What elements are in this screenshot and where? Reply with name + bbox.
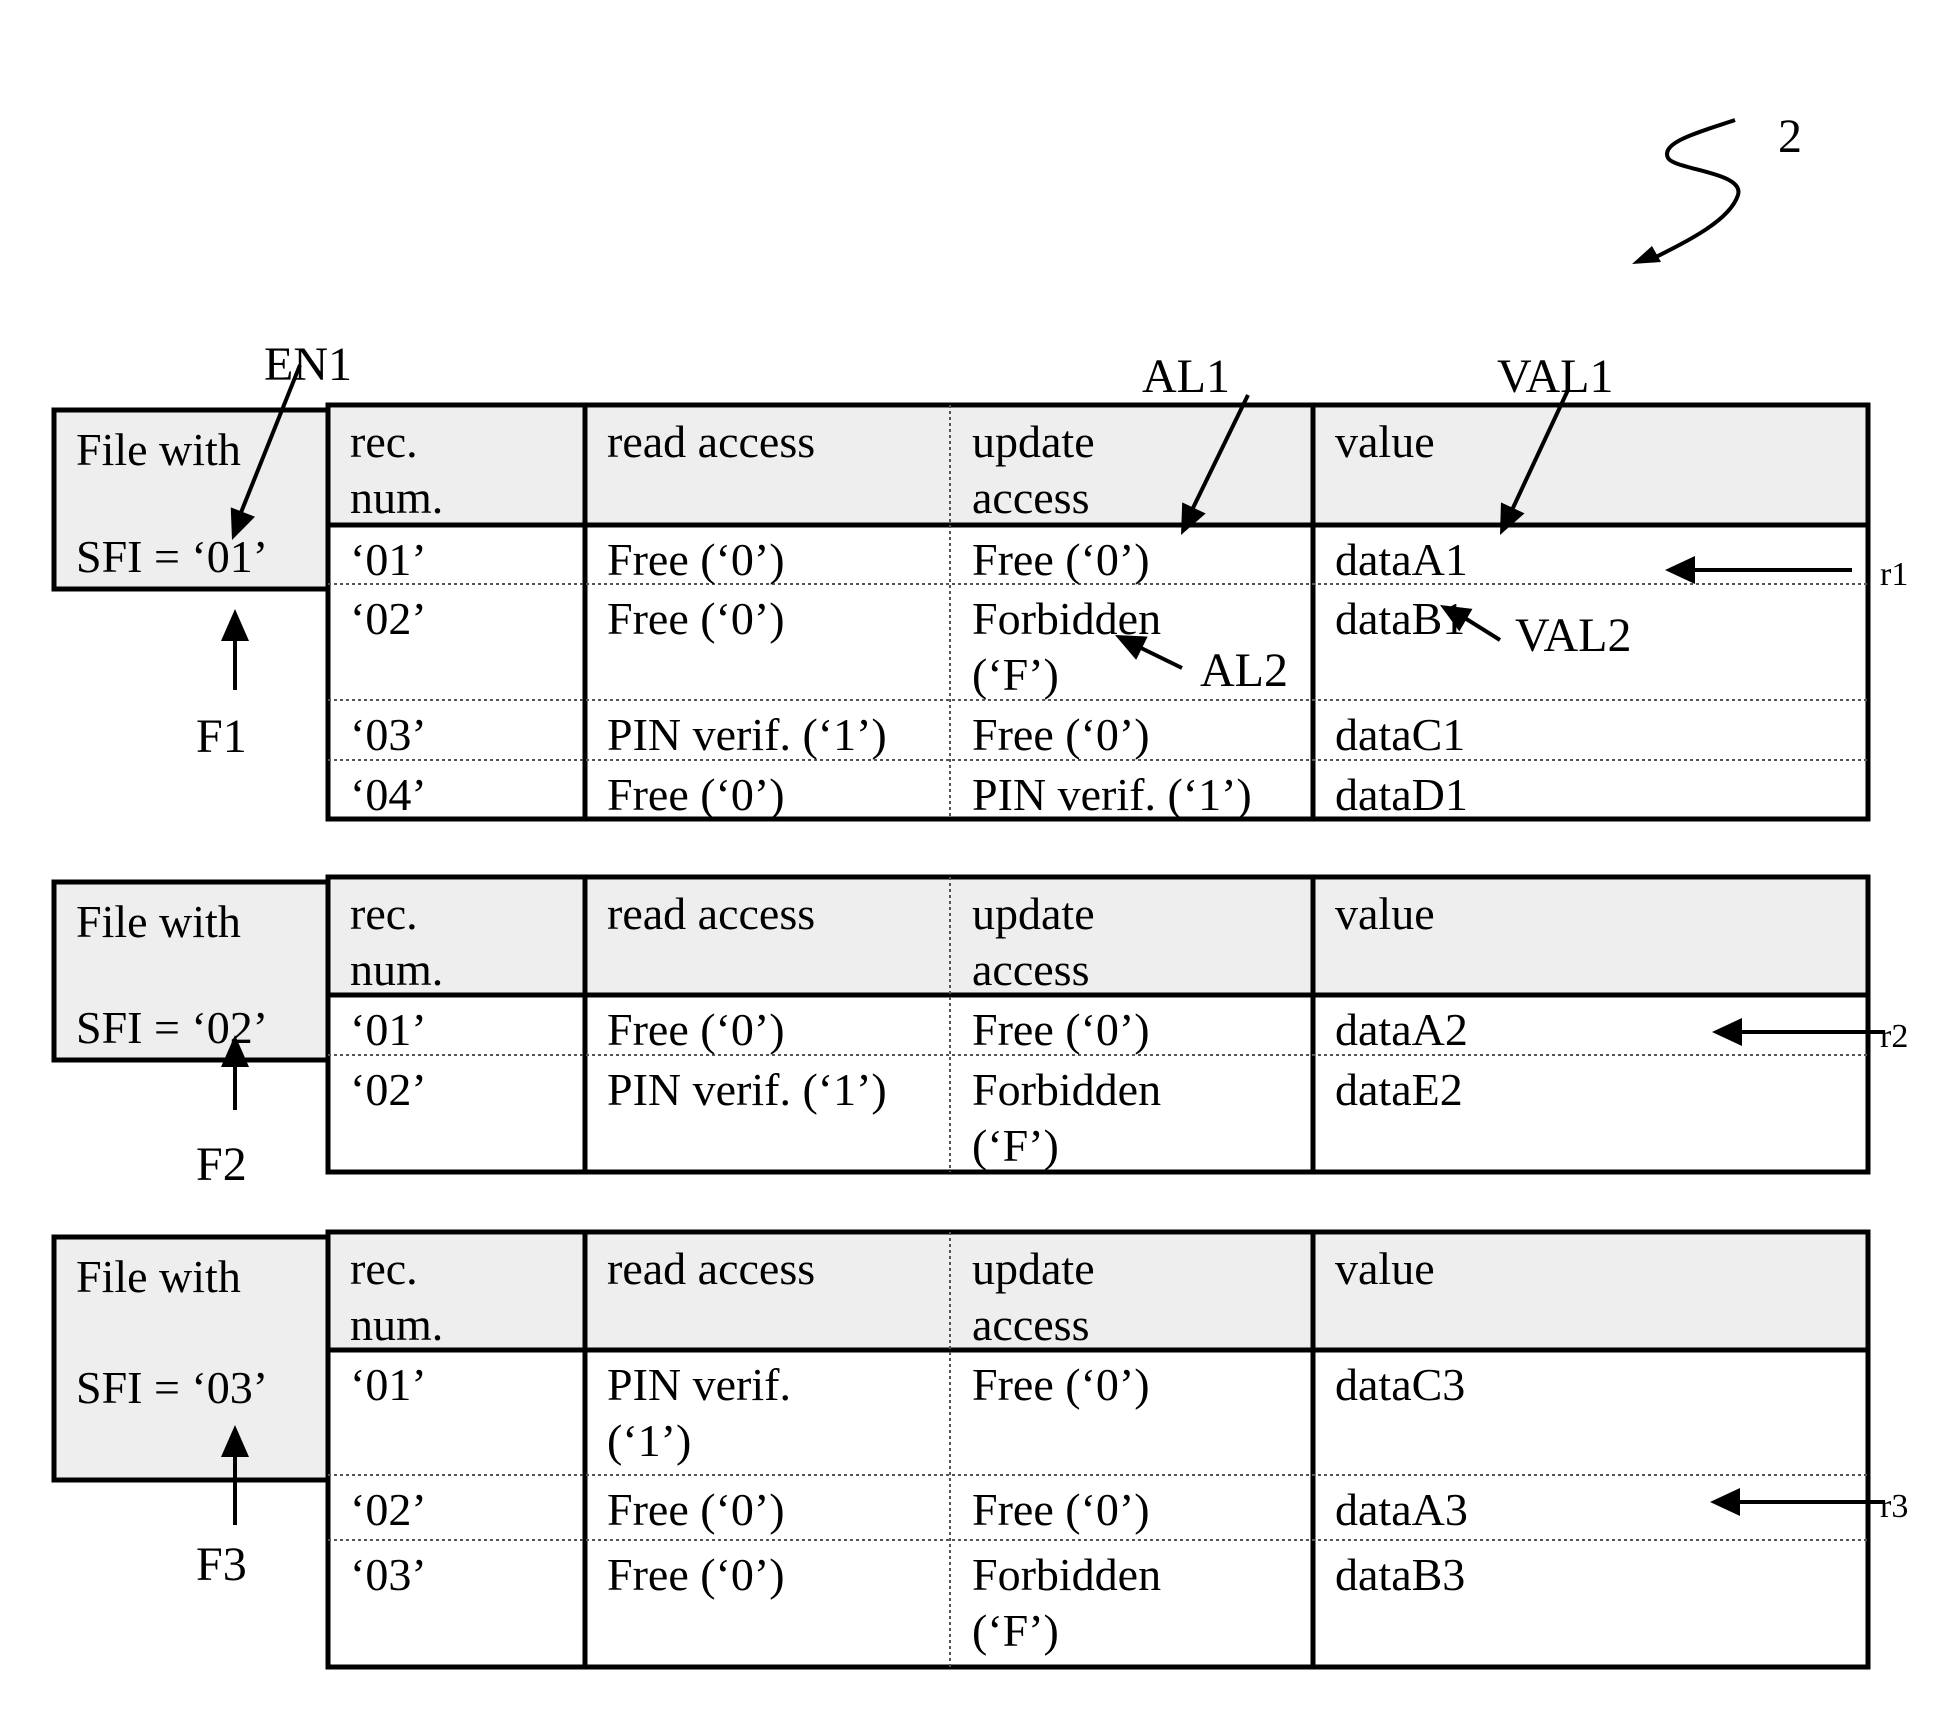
val2-callout-label: VAL2 (1515, 609, 1631, 662)
table-row: ‘03’ Free (‘0’) Forbidden(‘F’) dataB3 (350, 1549, 1465, 1656)
value-cell: dataA3 (1335, 1484, 1468, 1535)
value-cell: dataB1 (1335, 593, 1465, 644)
column-header-rec-num: rec. (350, 888, 418, 939)
update-access-cell: PIN verif. (‘1’) (972, 769, 1252, 820)
file-label-line1: File with (76, 1251, 241, 1302)
file-label-line1: File with (76, 424, 241, 475)
value-cell: dataC1 (1335, 709, 1465, 760)
patent-diagram: 2 File withSFI = ‘01’rec.num.read access… (51, 110, 1908, 1670)
read-access-cell: PIN verif. (607, 1359, 791, 1410)
val1-callout-label: VAL1 (1497, 350, 1613, 403)
record-number: ‘02’ (350, 1484, 427, 1535)
file-ref-label: F3 (196, 1538, 247, 1591)
table-row: ‘02’ Free (‘0’) Forbidden(‘F’)dataB1 (350, 593, 1465, 700)
record-number: ‘01’ (350, 1359, 427, 1410)
column-header-rec-num: num. (350, 1299, 443, 1350)
update-access-cell: (‘F’) (972, 649, 1059, 700)
file-ref-label: F1 (196, 710, 247, 763)
column-header-rec-num: rec. (350, 416, 418, 467)
record-number: ‘02’ (350, 593, 427, 644)
val2-callout: VAL2 (1440, 605, 1631, 662)
arrow-head-icon (1710, 1488, 1740, 1516)
read-access-cell: Free (‘0’) (607, 1484, 785, 1535)
column-header-rec-num: num. (350, 472, 443, 523)
record-number: ‘01’ (350, 534, 427, 585)
read-access-cell: Free (‘0’) (607, 593, 785, 644)
al2-callout-leader (1134, 643, 1183, 670)
value-cell: dataA2 (1335, 1004, 1468, 1055)
table-row: ‘02’ Free (‘0’) Free (‘0’) dataA3 (350, 1484, 1468, 1535)
update-access-cell: Forbidden (972, 1064, 1161, 1115)
column-header-read-access: read access (607, 1243, 815, 1294)
table-row: ‘02’ PIN verif. (‘1’) Forbidden(‘F’) dataE2 (350, 1064, 1463, 1171)
en1-callout-label: EN1 (264, 338, 352, 391)
column-header-read-access: read access (607, 416, 815, 467)
arrow-head-icon (1665, 556, 1695, 584)
update-access-cell: (‘F’) (972, 1120, 1059, 1171)
read-access-cell: PIN verif. (‘1’) (607, 709, 887, 760)
column-header-update-access: update (972, 888, 1095, 939)
file-sfi-label: SFI = ‘01’ (76, 531, 268, 582)
column-header-update-access: update (972, 416, 1095, 467)
column-header-update-access: access (972, 1299, 1089, 1350)
record-number: ‘03’ (350, 709, 427, 760)
row-ref-label: r1 (1880, 556, 1908, 593)
file-tables: File withSFI = ‘01’rec.num.read access up… (51, 402, 1908, 1670)
al1-callout-label: AL1 (1142, 350, 1230, 403)
update-access-cell: Free (‘0’) (972, 1359, 1150, 1410)
row-ref-label: r3 (1880, 1488, 1908, 1525)
column-header-value: value (1335, 416, 1435, 467)
file-table-3: File with SFI = ‘03’ rec.num. read access up… (51, 1229, 1908, 1670)
record-number: ‘04’ (350, 769, 427, 820)
record-number: ‘03’ (350, 1549, 427, 1600)
table-row: ‘03’ PIN verif. (‘1’) Free (‘0’) dataC1 (350, 709, 1465, 760)
update-access-cell: (‘F’) (972, 1605, 1059, 1656)
column-header-update-access: access (972, 944, 1089, 995)
value-cell: dataC3 (1335, 1359, 1465, 1410)
al2-callout: AL2 (1115, 635, 1288, 697)
value-cell: dataB3 (1335, 1549, 1465, 1600)
update-access-cell: Forbidden (972, 1549, 1161, 1600)
file-label-line1: File with (76, 896, 241, 947)
column-header-update-access: access (972, 472, 1089, 523)
update-access-cell: Free (‘0’) (972, 1484, 1150, 1535)
read-access-cell: Free (‘0’) (607, 1004, 785, 1055)
value-cell: dataE2 (1335, 1064, 1463, 1115)
file-ref-label: F2 (196, 1138, 247, 1191)
file-sfi-label: SFI = ‘03’ (76, 1362, 268, 1413)
record-number: ‘02’ (350, 1064, 427, 1115)
table-row: ‘04’ Free (‘0’) PIN verif. (‘1’) dataD1 (350, 769, 1468, 820)
file-table-2: File withSFI = ‘02’rec.num.read access up… (51, 874, 1908, 1191)
read-access-cell: Free (‘0’) (607, 769, 785, 820)
figure-ref-label: 2 (1778, 110, 1802, 163)
row-ref-label: r2 (1880, 1018, 1908, 1055)
table-row: ‘01’ Free (‘0’) Free (‘0’) dataA2 (350, 1004, 1468, 1055)
column-header-update-access: update (972, 1243, 1095, 1294)
update-access-cell: Free (‘0’) (972, 1004, 1150, 1055)
column-header-value: value (1335, 888, 1435, 939)
update-access-cell: Free (‘0’) (972, 534, 1150, 585)
value-cell: dataD1 (1335, 769, 1468, 820)
read-access-cell: Free (‘0’) (607, 1549, 785, 1600)
update-access-cell: Free (‘0’) (972, 709, 1150, 760)
table-row: ‘01’ PIN verif.(‘1’) Free (‘0’) dataC3 (350, 1359, 1465, 1466)
arrow-head-icon (221, 609, 249, 641)
figure-ref-arrow (1632, 118, 1741, 264)
arrow-head-icon (1712, 1018, 1742, 1046)
column-header-value: value (1335, 1243, 1435, 1294)
read-access-cell: (‘1’) (607, 1415, 691, 1466)
read-access-cell: PIN verif. (‘1’) (607, 1064, 887, 1115)
column-header-rec-num: rec. (350, 1243, 418, 1294)
column-header-read-access: read access (607, 888, 815, 939)
record-number: ‘01’ (350, 1004, 427, 1055)
read-access-cell: Free (‘0’) (607, 534, 785, 585)
value-cell: dataA1 (1335, 534, 1468, 585)
column-header-rec-num: num. (350, 944, 443, 995)
table-row: ‘01’ Free (‘0’) Free (‘0’) dataA1 (350, 534, 1468, 585)
al2-callout-label: AL2 (1200, 644, 1288, 697)
